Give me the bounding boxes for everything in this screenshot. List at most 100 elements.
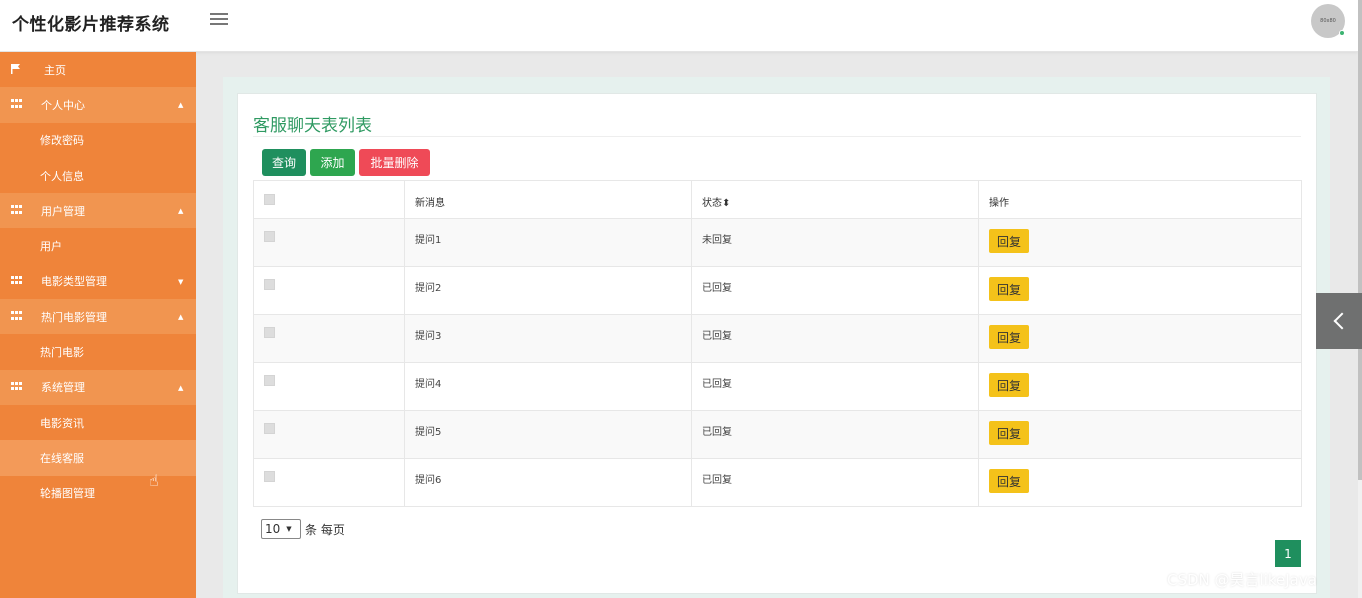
table-row: 提问5 已回复 回复: [253, 410, 1302, 459]
sidebar-item-label: 热门电影管理: [41, 310, 107, 324]
row-select-cell: [253, 218, 405, 267]
operation-cell: 回复: [978, 314, 1302, 363]
sort-icon[interactable]: ⬍: [722, 198, 730, 209]
sidebar-item-label: 电影类型管理: [41, 275, 107, 289]
page-title: 客服聊天表列表: [253, 116, 372, 136]
header-message: 新消息: [404, 180, 692, 219]
message-cell: 提问3: [404, 314, 692, 363]
reply-button[interactable]: 回复: [989, 469, 1029, 493]
grid-icon: [11, 381, 22, 392]
chevron-down-icon: ▼: [178, 277, 184, 286]
sidebar-group-user-management[interactable]: 用户管理 ▲: [0, 193, 196, 229]
status-cell: 已回复: [691, 314, 979, 363]
reply-button[interactable]: 回复: [989, 229, 1029, 253]
sidebar-item-label: 个人信息: [40, 169, 84, 183]
hamburger-menu-icon[interactable]: [210, 13, 228, 27]
grid-icon: [11, 205, 22, 215]
row-checkbox[interactable]: [264, 231, 275, 242]
hand-cursor-icon: ☝: [149, 471, 159, 490]
sidebar-item-change-password[interactable]: 修改密码: [0, 123, 196, 158]
sidebar-item-users[interactable]: 用户: [0, 228, 196, 263]
table-row: 提问6 已回复 回复: [253, 458, 1302, 507]
reply-button[interactable]: 回复: [989, 421, 1029, 445]
message-cell: 提问5: [404, 410, 692, 459]
table-row: 提问4 已回复 回复: [253, 362, 1302, 411]
status-cell: 已回复: [691, 410, 979, 459]
sidebar-item-home[interactable]: 主页: [0, 52, 196, 88]
chevron-up-icon: ▲: [178, 383, 184, 392]
sidebar-group-system-management[interactable]: 系统管理 ▲: [0, 369, 196, 405]
select-all-checkbox[interactable]: [264, 194, 275, 205]
page-size-control: 10 ▼ 条 每页: [261, 519, 345, 539]
row-select-cell: [253, 266, 405, 315]
page-size-select[interactable]: 10 ▼: [261, 519, 301, 539]
grid-icon: [11, 311, 22, 321]
pagination-page-1[interactable]: 1: [1275, 540, 1301, 567]
reply-button[interactable]: 回复: [989, 325, 1029, 349]
reply-button[interactable]: 回复: [989, 373, 1029, 397]
header-status-label: 状态: [702, 198, 722, 209]
avatar[interactable]: 80x80: [1311, 4, 1345, 38]
sidebar-item-carousel-management[interactable]: 轮播图管理: [0, 476, 196, 511]
sidebar-item-label: 轮播图管理: [40, 487, 95, 501]
header-status[interactable]: 状态⬍: [691, 180, 979, 219]
chevron-up-icon: ▲: [178, 207, 184, 216]
sidebar-group-hot-movie-management[interactable]: 热门电影管理 ▲: [0, 299, 196, 335]
table-row: 提问3 已回复 回复: [253, 314, 1302, 363]
sidebar-item-label: 电影资讯: [40, 416, 84, 430]
scrollbar-thumb[interactable]: [1358, 0, 1362, 480]
row-checkbox[interactable]: [264, 471, 275, 482]
chat-table: 新消息 状态⬍ 操作 提问1 未回复 回复 提问2 已回复 回复 提问3 已回复: [253, 180, 1302, 507]
sidebar-item-label: 用户管理: [41, 204, 85, 218]
page-size-suffix: 条 每页: [305, 522, 345, 537]
row-checkbox[interactable]: [264, 423, 275, 434]
row-checkbox[interactable]: [264, 327, 275, 338]
sidebar-item-label: 修改密码: [40, 134, 84, 148]
status-cell: 已回复: [691, 458, 979, 507]
watermark: CSDN @昊言likeJava: [1167, 571, 1317, 589]
sidebar-item-label: 用户: [40, 240, 62, 254]
grid-icon: [11, 99, 22, 109]
message-cell: 提问2: [404, 266, 692, 315]
grid-icon: [11, 275, 22, 286]
operation-cell: 回复: [978, 362, 1302, 411]
status-cell: 已回复: [691, 266, 979, 315]
row-select-cell: [253, 458, 405, 507]
sidebar-item-label: 系统管理: [41, 381, 85, 395]
online-status-dot: [1339, 30, 1345, 36]
sidebar-item-label: 主页: [44, 63, 66, 77]
header-select-all-cell: [253, 180, 405, 219]
header-operation: 操作: [978, 180, 1302, 219]
sidebar-item-movie-news[interactable]: 电影资讯: [0, 405, 196, 440]
sidebar: 主页 个人中心 ▲ 修改密码 个人信息 用户管理 ▲ 用户 电影类型管理 ▼ 热…: [0, 52, 196, 598]
sidebar-item-label: 热门电影: [40, 346, 84, 360]
list-panel: 客服聊天表列表 查询 添加 批量删除 新消息 状态⬍ 操作 提问1 未回复 回复…: [237, 93, 1317, 594]
message-cell: 提问1: [404, 218, 692, 267]
sidebar-group-movie-type-management[interactable]: 电影类型管理 ▼: [0, 264, 196, 299]
reply-button[interactable]: 回复: [989, 277, 1029, 301]
operation-cell: 回复: [978, 218, 1302, 267]
top-header: 个性化影片推荐系统 80x80: [0, 0, 1358, 52]
app-title: 个性化影片推荐系统: [12, 15, 170, 35]
sidebar-item-personal-info[interactable]: 个人信息: [0, 158, 196, 193]
flag-icon: [11, 64, 20, 74]
add-button[interactable]: 添加: [310, 149, 355, 176]
chevron-up-icon: ▲: [178, 101, 184, 110]
status-cell: 已回复: [691, 362, 979, 411]
table-row: 提问2 已回复 回复: [253, 266, 1302, 315]
operation-cell: 回复: [978, 458, 1302, 507]
sidebar-item-label: 个人中心: [41, 98, 85, 112]
message-cell: 提问4: [404, 362, 692, 411]
table-row: 提问1 未回复 回复: [253, 218, 1302, 267]
collapse-panel-button[interactable]: [1316, 293, 1362, 349]
sidebar-item-hot-movies[interactable]: 热门电影: [0, 334, 196, 369]
status-cell: 未回复: [691, 218, 979, 267]
row-checkbox[interactable]: [264, 279, 275, 290]
sidebar-group-personal-center[interactable]: 个人中心 ▲: [0, 87, 196, 123]
row-checkbox[interactable]: [264, 375, 275, 386]
query-button[interactable]: 查询: [262, 149, 306, 176]
sidebar-item-label: 在线客服: [40, 451, 84, 465]
sidebar-item-online-service[interactable]: 在线客服: [0, 440, 196, 476]
batch-delete-button[interactable]: 批量删除: [359, 149, 430, 176]
operation-cell: 回复: [978, 266, 1302, 315]
